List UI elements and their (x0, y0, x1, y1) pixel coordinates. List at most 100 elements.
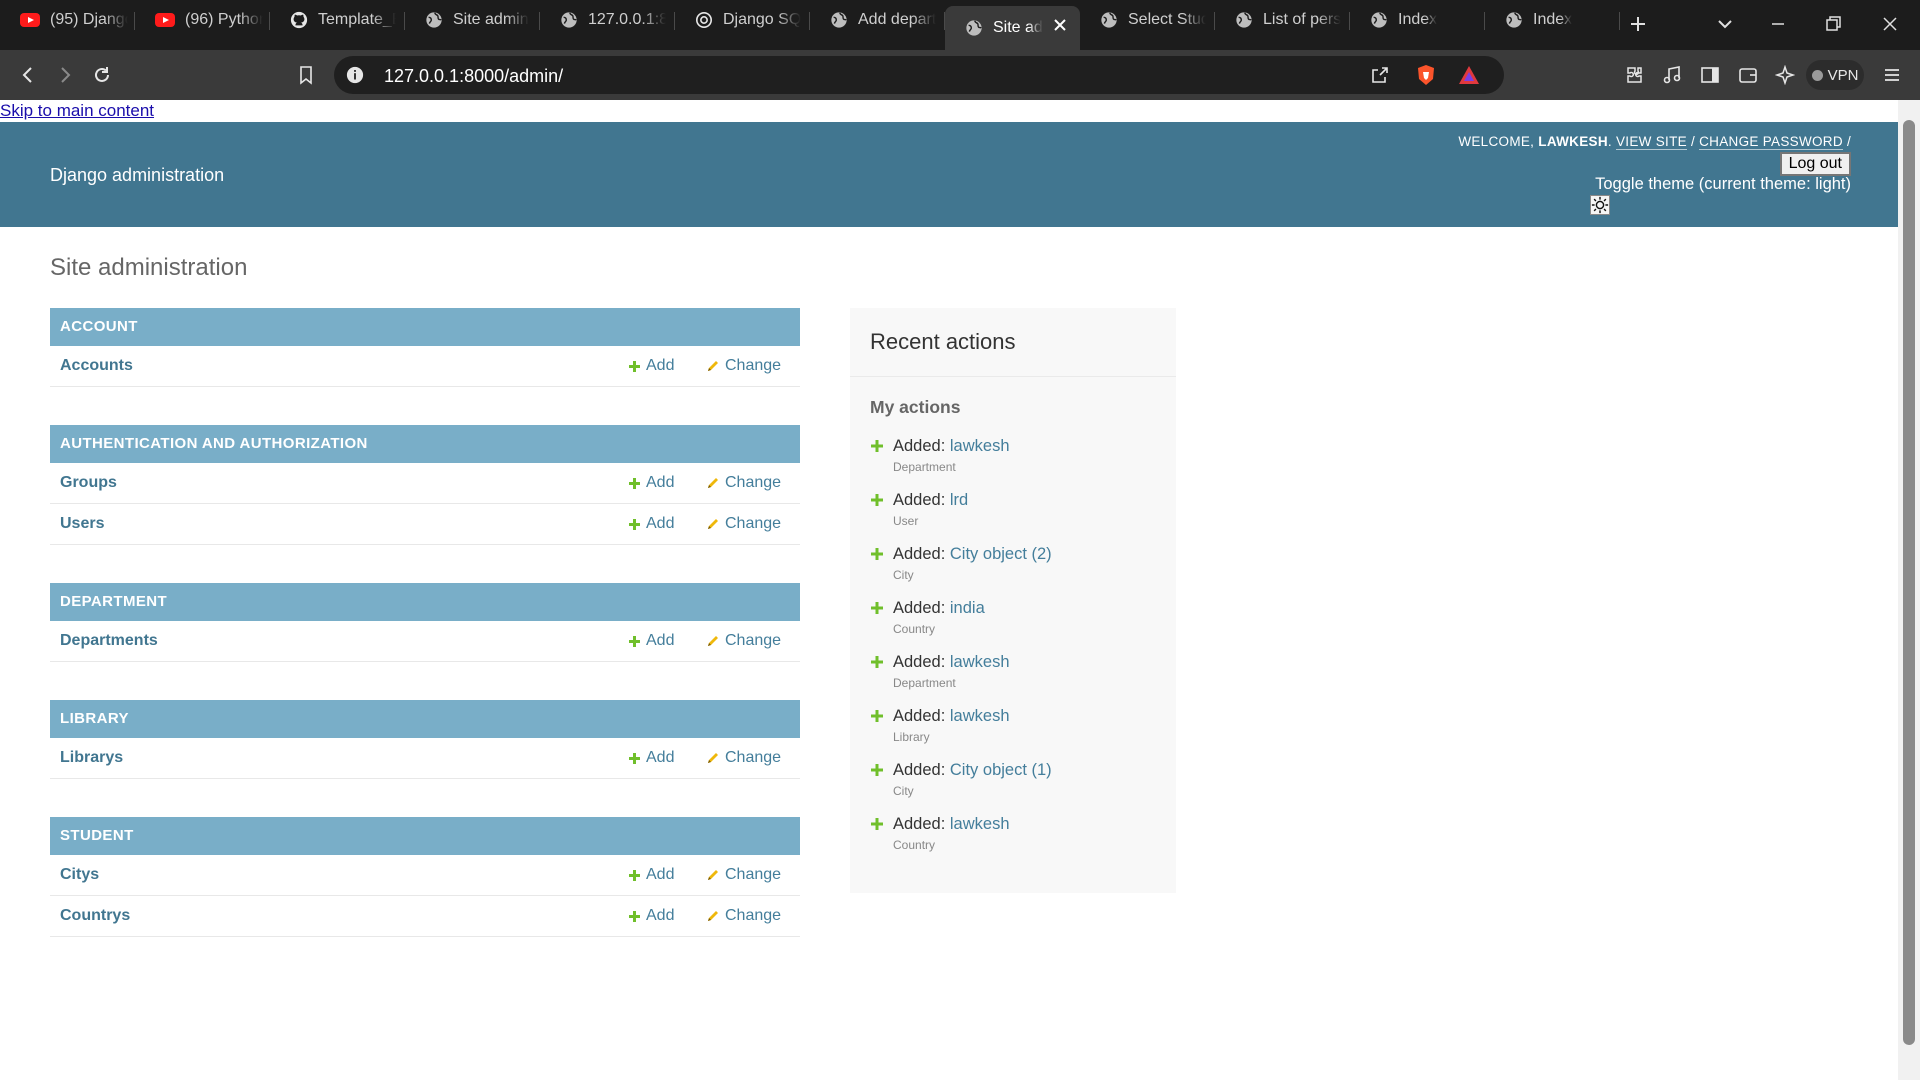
minimize-icon[interactable] (1768, 14, 1788, 34)
action-object-link[interactable]: lawkesh (950, 815, 1010, 833)
sidebar-icon[interactable] (1700, 65, 1720, 85)
tab-list: (95) Django (96) Python Template_B Site adm… (0, 0, 1620, 50)
change-link[interactable]: Change (706, 474, 781, 492)
add-link[interactable]: Add (628, 866, 674, 884)
model-row: Accounts Add Change (50, 346, 800, 387)
forward-icon[interactable] (55, 65, 75, 85)
site-branding[interactable]: Django administration (50, 165, 224, 186)
change-link[interactable]: Change (706, 632, 781, 650)
restore-icon[interactable] (1823, 14, 1843, 34)
model-link[interactable]: Citys (60, 866, 99, 884)
added-icon (871, 440, 883, 452)
address-bar[interactable]: 127.0.0.1:8000/admin/ (334, 56, 1504, 94)
change-pencil-icon (708, 361, 718, 371)
tab-title: Site admin (453, 11, 529, 28)
page-scrollbar[interactable] (1898, 100, 1920, 1080)
browser-tab[interactable]: List of pers (1215, 0, 1350, 40)
module-caption[interactable]: DEPARTMENT (50, 583, 800, 621)
browser-toolbar: 127.0.0.1:8000/admin/ VPN (0, 50, 1920, 100)
skip-to-main-link[interactable]: Skip to main content (0, 101, 154, 121)
action-prefix: Added: (893, 707, 950, 725)
change-link[interactable]: Change (706, 749, 781, 767)
add-icon (629, 635, 640, 647)
action-object-link[interactable]: lawkesh (950, 653, 1010, 671)
browser-tab[interactable]: (95) Django (0, 0, 135, 40)
add-link[interactable]: Add (628, 632, 674, 650)
vpn-status-icon (1811, 69, 1823, 81)
add-label: Add (646, 907, 675, 924)
model-link[interactable]: Groups (60, 474, 117, 492)
action-content-type: City (893, 784, 914, 798)
action-object-link[interactable]: City object (2) (950, 545, 1052, 563)
brave-shields-icon[interactable] (1416, 64, 1436, 86)
add-link[interactable]: Add (628, 515, 674, 533)
module-caption[interactable]: LIBRARY (50, 700, 800, 738)
extensions-icon[interactable] (1624, 65, 1644, 85)
action-content-type: User (893, 514, 919, 528)
module-caption[interactable]: STUDENT (50, 817, 800, 855)
change-link[interactable]: Change (706, 515, 781, 533)
url-text[interactable]: 127.0.0.1:8000/admin/ (384, 66, 563, 87)
reload-icon[interactable] (92, 65, 112, 85)
browser-tab[interactable]: Add depart (810, 0, 945, 40)
change-link[interactable]: Change (706, 866, 781, 884)
browser-tab[interactable]: Index (1350, 0, 1485, 40)
bookmark-icon[interactable] (296, 65, 316, 85)
model-row: Users Add Change (50, 504, 800, 545)
username: LAWKESH (1538, 134, 1608, 149)
action-object-link[interactable]: lawkesh (950, 707, 1010, 725)
module-caption[interactable]: AUTHENTICATION AND AUTHORIZATION (50, 425, 800, 463)
vpn-button[interactable]: VPN (1806, 60, 1864, 90)
site-info-icon[interactable] (346, 66, 364, 84)
back-icon[interactable] (18, 65, 38, 85)
added-icon (871, 764, 883, 776)
model-link[interactable]: Users (60, 515, 104, 533)
add-link[interactable]: Add (628, 357, 674, 375)
leo-ai-icon[interactable] (1775, 65, 1795, 85)
model-link[interactable]: Librarys (60, 749, 123, 767)
globe-icon (561, 12, 577, 28)
module-caption[interactable]: ACCOUNT (50, 308, 800, 346)
tab-search-chevron-icon[interactable] (1715, 14, 1735, 34)
browser-tab[interactable]: (96) Python (135, 0, 270, 40)
wallet-icon[interactable] (1738, 65, 1758, 85)
action-prefix: Added: (893, 437, 950, 455)
media-icon[interactable] (1662, 65, 1682, 85)
model-link[interactable]: Accounts (60, 357, 133, 375)
action-object-link[interactable]: lawkesh (950, 437, 1010, 455)
add-link[interactable]: Add (628, 907, 674, 925)
view-site-link[interactable]: VIEW SITE (1616, 134, 1687, 150)
browser-tab[interactable]: 127.0.0.1:8 (540, 0, 675, 40)
tab-title: Select Stud (1128, 11, 1206, 28)
theme-toggle-sun-icon[interactable] (1590, 195, 1610, 215)
browser-tab[interactable]: Site admin (405, 0, 540, 40)
browser-tab[interactable]: Django SQ (675, 0, 810, 40)
scrollbar-thumb[interactable] (1903, 120, 1915, 1045)
add-link[interactable]: Add (628, 474, 674, 492)
change-password-link[interactable]: CHANGE PASSWORD (1699, 134, 1843, 150)
recent-action-item: Added: lawkesh Department (870, 437, 1160, 491)
close-window-icon[interactable] (1880, 14, 1900, 34)
my-actions-heading: My actions (870, 397, 961, 417)
browser-tab-active[interactable]: Site ad (945, 6, 1080, 50)
recent-actions-title: Recent actions (870, 329, 1016, 354)
browser-tab[interactable]: Index (1485, 0, 1620, 40)
action-prefix: Added: (893, 545, 950, 563)
add-link[interactable]: Add (628, 749, 674, 767)
menu-icon[interactable] (1882, 65, 1902, 85)
model-link[interactable]: Departments (60, 632, 158, 650)
new-tab-icon[interactable] (1628, 14, 1648, 34)
close-tab-icon[interactable] (1052, 17, 1068, 33)
browser-tab[interactable]: Select Stud (1080, 0, 1215, 40)
action-object-link[interactable]: City object (1) (950, 761, 1052, 779)
action-content-type: Library (893, 730, 930, 744)
browser-tab[interactable]: Template_B (270, 0, 405, 40)
change-link[interactable]: Change (706, 357, 781, 375)
action-object-link[interactable]: lrd (950, 491, 968, 509)
brave-rewards-icon[interactable] (1458, 65, 1480, 85)
action-object-link[interactable]: india (950, 599, 985, 617)
share-icon[interactable] (1370, 65, 1390, 85)
change-link[interactable]: Change (706, 907, 781, 925)
model-link[interactable]: Countrys (60, 907, 130, 925)
logout-button[interactable]: Log out (1779, 152, 1851, 176)
